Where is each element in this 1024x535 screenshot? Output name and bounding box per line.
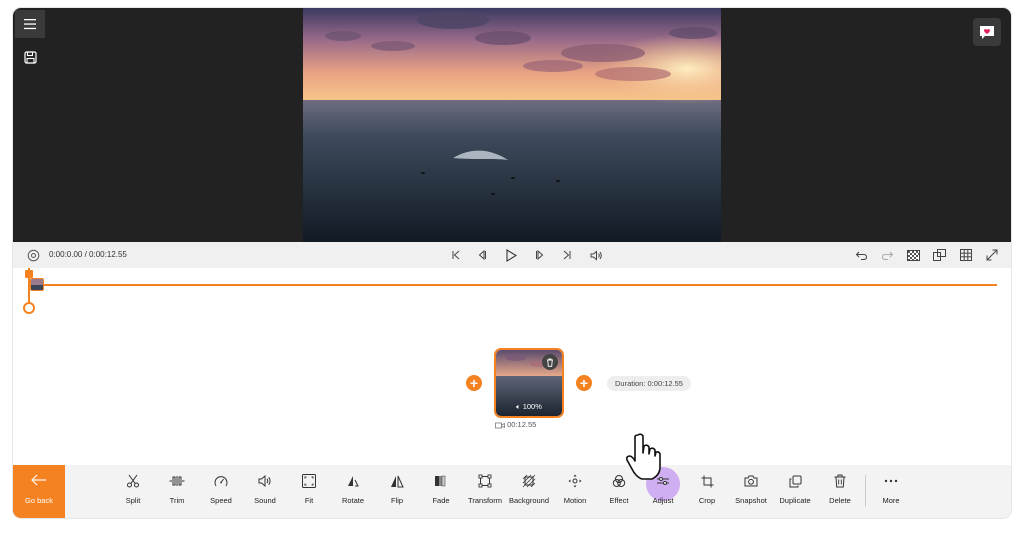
fullscreen-button[interactable] xyxy=(984,242,1000,268)
feedback-button[interactable] xyxy=(973,18,1001,46)
sunset-ocean-video-frame xyxy=(303,8,721,242)
tool-label: Background xyxy=(508,496,550,505)
skip-to-start-icon xyxy=(452,250,460,260)
tool-flip[interactable]: Flip xyxy=(375,465,419,518)
video-preview[interactable] xyxy=(303,8,721,242)
edit-toolbar: Go back Split Trim Speed Sound Fit Rotat… xyxy=(13,465,1011,518)
tool-snapshot[interactable]: Snapshot xyxy=(729,465,773,518)
clip-volume-icon: 🔈︎ xyxy=(516,402,521,411)
grid-button[interactable] xyxy=(958,242,974,268)
camera-icon xyxy=(744,475,758,487)
save-icon xyxy=(23,50,37,64)
aspect-ratio-icon xyxy=(932,249,946,261)
playhead-handle-top[interactable] xyxy=(25,270,33,278)
skip-to-start-button[interactable] xyxy=(449,242,463,268)
settings-icon xyxy=(27,249,39,261)
tool-crop[interactable]: Crop xyxy=(685,465,729,518)
hand-pointer-cursor-icon xyxy=(626,433,661,480)
hamburger-menu-icon xyxy=(24,19,36,30)
undo-icon xyxy=(855,251,867,260)
add-clip-after-button[interactable]: + xyxy=(576,375,592,391)
feedback-heart-icon xyxy=(980,25,994,39)
redo-button[interactable] xyxy=(879,242,895,268)
settings-button[interactable] xyxy=(25,242,41,268)
tool-label: Delete xyxy=(829,496,851,505)
scissors-icon xyxy=(127,474,139,488)
volume-button[interactable] xyxy=(588,242,604,268)
background-icon xyxy=(522,474,536,488)
tool-motion[interactable]: Motion xyxy=(553,465,597,518)
trash-icon xyxy=(547,358,553,367)
plus-icon: + xyxy=(579,375,589,391)
tool-transform[interactable]: Transform xyxy=(463,465,507,518)
timecode: 0:00:0.00 / 0:00:12.55 xyxy=(49,250,127,259)
grid-icon xyxy=(960,249,972,261)
playback-bar: 0:00:0.00 / 0:00:12.55 xyxy=(13,242,1011,268)
motion-icon xyxy=(568,474,582,488)
crop-icon xyxy=(701,475,713,487)
duration-badge: Duration: 0:00:12.55 xyxy=(607,376,691,391)
tool-sound[interactable]: Sound xyxy=(243,465,287,518)
next-frame-button[interactable] xyxy=(533,242,547,268)
tool-fade[interactable]: Fade xyxy=(419,465,463,518)
timeline: + 🔈︎ 100% + 00:12.55 Duration: 0:00:12.5… xyxy=(13,268,1011,465)
tool-delete[interactable]: Delete xyxy=(818,465,862,518)
go-back-label: Go back xyxy=(25,496,53,505)
fade-icon xyxy=(435,475,446,487)
video-camera-icon xyxy=(495,422,505,428)
rotate-icon xyxy=(348,476,359,487)
more-dots-icon xyxy=(884,479,898,483)
trim-icon xyxy=(169,476,185,486)
tool-label: More xyxy=(882,496,900,505)
video-editor-window: 0:00:0.00 / 0:00:12.55 + 🔈︎ 100% + 00:12… xyxy=(13,8,1011,518)
speedometer-icon xyxy=(214,475,228,486)
plus-icon: + xyxy=(469,375,479,391)
save-button[interactable] xyxy=(21,48,39,66)
tool-rotate[interactable]: Rotate xyxy=(331,465,375,518)
tool-split[interactable]: Split xyxy=(111,465,155,518)
previous-frame-icon xyxy=(478,250,486,260)
tool-duplicate[interactable]: Duplicate xyxy=(773,465,817,518)
add-clip-before-button[interactable]: + xyxy=(466,375,482,391)
undo-button[interactable] xyxy=(853,242,869,268)
fullscreen-icon xyxy=(986,249,998,261)
background-pattern-icon xyxy=(906,249,920,261)
tool-more[interactable]: More xyxy=(869,465,913,518)
clip-volume-value: 100% xyxy=(522,402,542,411)
play-button[interactable] xyxy=(503,242,519,268)
tool-background[interactable]: Background xyxy=(507,465,551,518)
menu-button[interactable] xyxy=(15,10,45,38)
aspect-ratio-button[interactable] xyxy=(931,242,947,268)
arrow-left-icon xyxy=(13,473,65,491)
redo-icon xyxy=(881,251,893,260)
duplicate-icon xyxy=(789,475,801,487)
background-pattern-button[interactable] xyxy=(905,242,921,268)
preview-area xyxy=(13,8,1011,242)
playhead-knob[interactable] xyxy=(23,302,35,314)
transform-icon xyxy=(478,474,492,488)
timeline-track[interactable] xyxy=(29,284,997,286)
tool-trim[interactable]: Trim xyxy=(155,465,199,518)
previous-frame-button[interactable] xyxy=(475,242,489,268)
clip-duration: 00:12.55 xyxy=(507,420,537,429)
go-back-button[interactable]: Go back xyxy=(13,465,65,518)
video-clip[interactable]: 🔈︎ 100% xyxy=(494,348,564,418)
trash-icon xyxy=(834,474,846,488)
fit-icon xyxy=(302,474,316,488)
tool-fit[interactable]: Fit xyxy=(287,465,331,518)
play-icon xyxy=(506,248,517,262)
flip-icon xyxy=(391,475,404,487)
skip-to-end-button[interactable] xyxy=(560,242,574,268)
volume-icon xyxy=(590,249,602,261)
track-clip-thumbnail[interactable] xyxy=(30,278,44,291)
delete-clip-button[interactable] xyxy=(542,354,558,370)
skip-to-end-icon xyxy=(563,250,571,260)
next-frame-icon xyxy=(536,250,544,260)
speaker-icon xyxy=(258,475,271,487)
tool-speed[interactable]: Speed xyxy=(199,465,243,518)
